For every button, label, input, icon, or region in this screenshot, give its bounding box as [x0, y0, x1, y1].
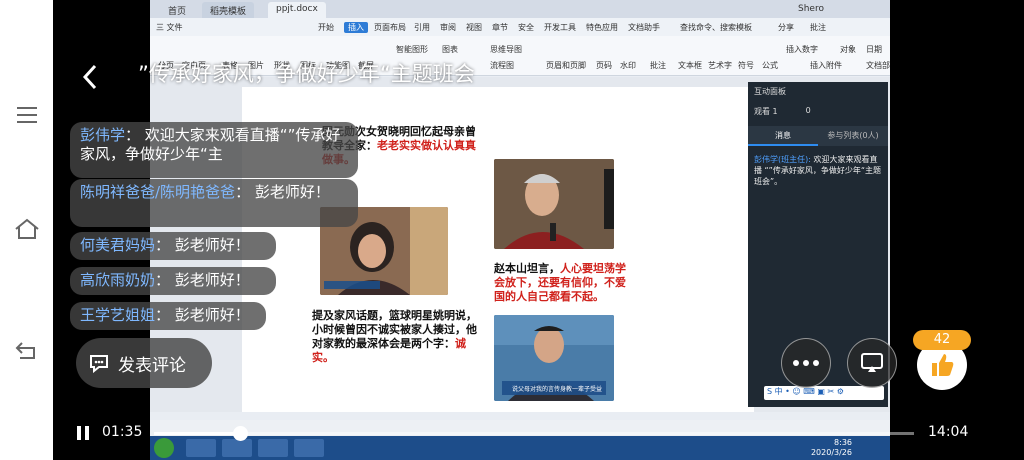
menu-icon[interactable]: [10, 98, 44, 132]
menu-chapter[interactable]: 章节: [492, 22, 508, 33]
current-time: 01:35: [102, 424, 143, 440]
menu-review[interactable]: 审阅: [440, 22, 456, 33]
system-navigation-bar: [0, 0, 53, 460]
ribbon-item[interactable]: 艺术字: [708, 60, 732, 71]
viewers-count: 观看 1: [754, 107, 778, 116]
ribbon-item[interactable]: 智能图形: [396, 44, 428, 55]
wps-tab-document[interactable]: ppjt.docx: [268, 2, 326, 18]
back-nav-icon[interactable]: [10, 333, 44, 367]
thumbs-up-icon: [932, 354, 954, 376]
ribbon-item[interactable]: 文档部件: [866, 60, 890, 71]
panel-likes: 0: [805, 106, 811, 115]
home-icon[interactable]: [10, 212, 44, 246]
ribbon-item[interactable]: 思维导图: [490, 44, 522, 55]
menu-insert[interactable]: 插入: [344, 22, 368, 33]
panel-tabs: 消息 参与列表(0人): [748, 126, 888, 146]
pause-button[interactable]: [72, 422, 94, 444]
ribbon-item[interactable]: 水印: [620, 60, 636, 71]
tab-messages[interactable]: 消息: [748, 126, 818, 146]
chat-message: 高欣雨奶奶： 彭老师好！: [70, 267, 276, 295]
pause-icon: [77, 426, 89, 440]
menu-layout[interactable]: 页面布局: [374, 22, 406, 33]
wps-user: Shero: [798, 4, 824, 14]
menu-share[interactable]: 分享: [778, 22, 794, 33]
cast-screen-button[interactable]: [847, 338, 897, 388]
ribbon-item[interactable]: 对象: [840, 44, 856, 55]
progress-fill: [154, 432, 240, 435]
photo-caption: 说父母对我的言传身教一辈子受益: [512, 386, 603, 393]
chat-message: 何美君妈妈： 彭老师好！: [70, 232, 276, 260]
menu-view[interactable]: 视图: [466, 22, 482, 33]
wps-tab-bar: 首页 稻壳模板 ppjt.docx Shero: [150, 0, 890, 18]
chat-message: 王学艺姐姐： 彭老师好！: [70, 302, 266, 330]
back-button[interactable]: [76, 62, 106, 92]
progress-knob[interactable]: [232, 426, 248, 441]
panel-title: 互动面板: [754, 87, 786, 96]
like-count-badge: 42: [913, 330, 971, 350]
more-icon: [793, 360, 819, 366]
menu-security[interactable]: 安全: [518, 22, 534, 33]
ribbon-item[interactable]: 插入数字: [786, 44, 818, 55]
menu-features[interactable]: 特色应用: [586, 22, 618, 33]
ribbon-item[interactable]: 符号: [738, 60, 754, 71]
ime-toolbar: S 中 • ☺ ⌨ ▣ ✂ ⚙: [764, 386, 884, 400]
wps-menu-bar: 三 文件 开始 插入 页面布局 引用 审阅 视图 章节 安全 开发工具 特色应用…: [150, 18, 890, 36]
panel-stats: 观看 1 0: [754, 106, 882, 122]
menu-comment[interactable]: 批注: [810, 22, 826, 33]
panel-message: 彭伟学(班主任): 欢迎大家来观看直播 “”传承好家风，争做好少年“主题班会”。: [754, 155, 881, 186]
tab-participants[interactable]: 参与列表(0人): [818, 126, 888, 146]
screen-cast-icon: [861, 353, 883, 372]
photo-man-interview: [494, 159, 614, 249]
progress-bar[interactable]: [154, 426, 914, 441]
ribbon-item[interactable]: 批注: [650, 60, 666, 71]
menu-devtools[interactable]: 开发工具: [544, 22, 576, 33]
chat-message: 陈明祥爸爸/陈明艳爸爸： 彭老师好！: [70, 179, 358, 227]
menu-reference[interactable]: 引用: [414, 22, 430, 33]
more-options-button[interactable]: [781, 338, 831, 388]
chevron-left-icon: [82, 64, 97, 90]
ribbon-item[interactable]: 日期: [866, 44, 882, 55]
ribbon-item[interactable]: 公式: [762, 60, 778, 71]
post-comment-label: 发表评论: [118, 355, 186, 376]
stream-title: ”传承好家风，争做好少年“主题班会: [138, 62, 475, 86]
ribbon-item[interactable]: 图表: [442, 44, 458, 55]
chat-message: 彭伟学： 欢迎大家来观看直播“”传承好家风，争做好少年“主: [70, 122, 358, 178]
doc-paragraph-3: 提及家风话题，篮球明星姚明说，小时候曾因不诚实被家人揍过，他对家教的最深体会是两…: [312, 309, 477, 364]
ribbon-item[interactable]: 插入附件: [810, 60, 842, 71]
ribbon-item[interactable]: 页眉和页脚: [546, 60, 586, 71]
player-controls: 01:35 14:04: [60, 418, 1024, 448]
live-stream-screen: 首页 稻壳模板 ppjt.docx Shero 三 文件 开始 插入 页面布局 …: [0, 0, 1024, 460]
menu-assistant[interactable]: 文档助手: [628, 22, 660, 33]
ribbon-item[interactable]: 文本框: [678, 60, 702, 71]
menu-start[interactable]: 开始: [318, 22, 334, 33]
ribbon-item[interactable]: 页码: [596, 60, 612, 71]
post-comment-button[interactable]: 发表评论: [76, 338, 212, 388]
doc-paragraph-2: 赵本山坦言，人心要坦荡学会放下，还要有信仰，不爱国的人自己都看不起。: [494, 262, 626, 303]
wps-tab-templates[interactable]: 稻壳模板: [202, 2, 255, 18]
menu-file[interactable]: 三 文件: [156, 22, 183, 33]
wps-tab-home[interactable]: 首页: [160, 2, 194, 18]
total-time: 14:04: [928, 424, 969, 440]
menu-search[interactable]: 查找命令、搜索模板: [680, 22, 752, 33]
ribbon-item[interactable]: 流程图: [490, 60, 514, 71]
comment-icon: [90, 355, 108, 373]
photo-basketball-star: 说父母对我的言传身教一辈子受益: [494, 315, 614, 401]
